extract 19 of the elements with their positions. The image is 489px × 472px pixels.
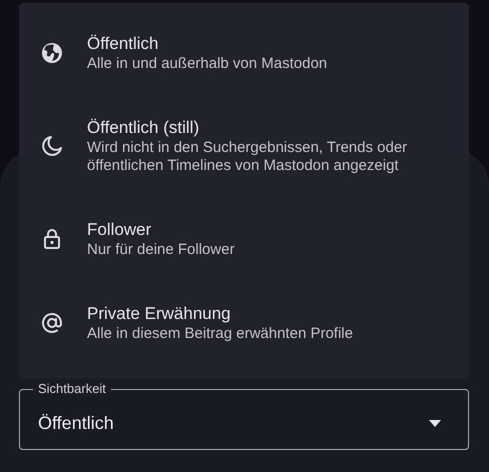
item-description: Alle in diesem Beitrag erwähnten Profile <box>87 325 353 343</box>
item-description: Nur für deine Follower <box>87 241 235 259</box>
item-title: Öffentlich <box>87 33 160 55</box>
menu-item[interactable]: Öffentlich (still) Wird nicht in den Suchergebnissen, Trends oder öffentlichen Timelines von Mastodon angezeigt <box>19 103 469 189</box>
menu-item[interactable]: Öffentlich Alle in und außerhalb von Mastodon <box>19 19 469 87</box>
moon-icon <box>40 134 64 158</box>
menu-item[interactable]: Private Erwähnung Alle in diesem Beitrag erwähnten Profile <box>19 289 469 357</box>
visibility-select[interactable]: Sichtbarkeit Öffentlich <box>19 381 469 450</box>
menu-item[interactable]: Follower Nur für deine Follower <box>19 205 469 273</box>
at-sign-icon <box>40 311 64 335</box>
item-description: Alle in und außerhalb von Mastodon <box>87 55 328 73</box>
item-title: Private Erwähnung <box>87 303 232 325</box>
globe-icon <box>40 41 64 65</box>
field-label: Sichtbarkeit <box>37 381 107 397</box>
caret-icon <box>429 420 441 426</box>
item-description: Wird nicht in den Suchergebnissen, Trends oder öffentlichen Timelines von Mastodon angezeigt <box>87 139 408 175</box>
item-title: Öffentlich (still) <box>87 117 200 139</box>
item-title: Follower <box>87 219 152 241</box>
field-value: Öffentlich <box>38 412 115 434</box>
